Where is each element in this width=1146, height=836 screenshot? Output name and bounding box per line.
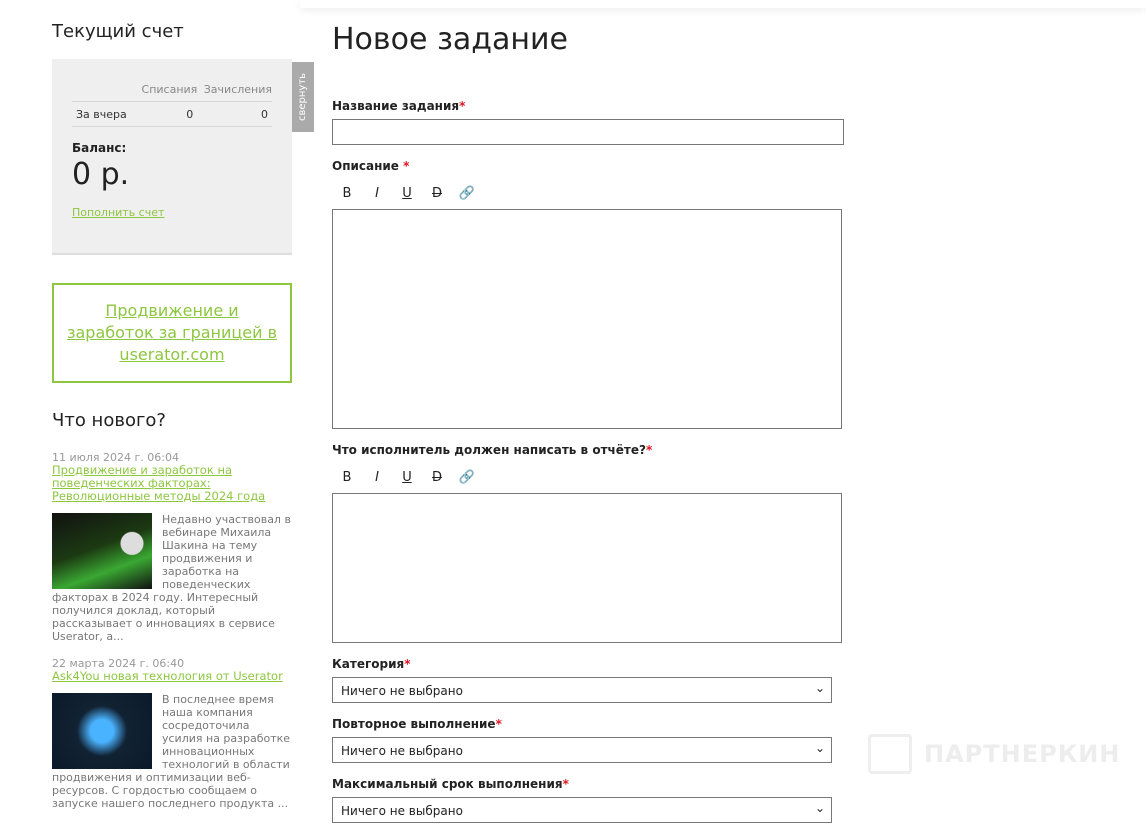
collapse-button[interactable]: свернуть [292,62,314,132]
deadline-label: Максимальный срок выполнения* [332,777,569,791]
chevron-down-icon: ⌄ [814,741,825,755]
category-label: Категория* [332,657,411,671]
link-icon[interactable]: 🔗 [452,186,482,201]
col-credit: Зачисления [197,81,272,102]
category-select[interactable]: Ничего не выбрано ⌄ [332,677,832,703]
news-thumbnail[interactable] [52,693,152,769]
table-row: За вчера 0 0 [72,101,272,127]
strike-button[interactable]: D [422,470,452,485]
account-title: Текущий счет [52,21,184,42]
account-panel: Списания Зачисления За вчера 0 0 Баланс: 0 … [52,59,314,255]
news-item: 11 июля 2024 г. 06:04 Продвижение и зара… [52,451,292,643]
name-label: Название задания* [332,99,466,113]
chevron-down-icon: ⌄ [814,681,825,695]
italic-button[interactable]: I [362,186,392,201]
underline-button[interactable]: U [392,186,422,201]
editor-toolbar: B I U D 🔗 [332,186,482,201]
row-label: За вчера [72,101,137,127]
balance-value: 0 р. [72,157,130,192]
bold-button[interactable]: B [332,470,362,485]
news-title-link[interactable]: Ask4You новая технология от Userator [52,669,283,683]
editor-toolbar: B I U D 🔗 [332,470,482,485]
topup-link[interactable]: Пополнить счет [72,206,164,219]
strike-button[interactable]: D [422,186,452,201]
deadline-select[interactable]: Ничего не выбрано ⌄ [332,797,832,823]
header-shadow [300,0,1146,8]
debit-value: 0 [136,101,198,127]
balance-label: Баланс: [72,141,127,155]
report-textarea[interactable] [332,493,842,643]
news-title: Что нового? [52,410,166,431]
news-item: 22 марта 2024 г. 06:40 Ask4You новая тех… [52,657,292,810]
link-icon[interactable]: 🔗 [452,470,482,485]
credit-value: 0 [197,101,272,127]
underline-button[interactable]: U [392,470,422,485]
description-label: Описание * [332,159,410,173]
account-table: Списания Зачисления За вчера 0 0 [72,81,272,127]
watermark: ПАРТНЕРКИН [868,734,1120,774]
page-title: Новое задание [332,22,568,57]
italic-button[interactable]: I [362,470,392,485]
news-thumbnail[interactable] [52,513,152,589]
news-title-link[interactable]: Продвижение и заработок на поведенческих… [52,463,265,503]
watermark-logo-icon [868,734,912,774]
repeat-select[interactable]: Ничего не выбрано ⌄ [332,737,832,763]
col-debit: Списания [136,81,198,102]
bold-button[interactable]: B [332,186,362,201]
promo-link[interactable]: Продвижение и заработок за границей в us… [52,283,292,383]
task-name-input[interactable] [332,119,844,145]
chevron-down-icon: ⌄ [814,801,825,815]
report-label: Что исполнитель должен написать в отчёте… [332,443,653,457]
description-textarea[interactable] [332,209,842,429]
repeat-label: Повторное выполнение* [332,717,502,731]
